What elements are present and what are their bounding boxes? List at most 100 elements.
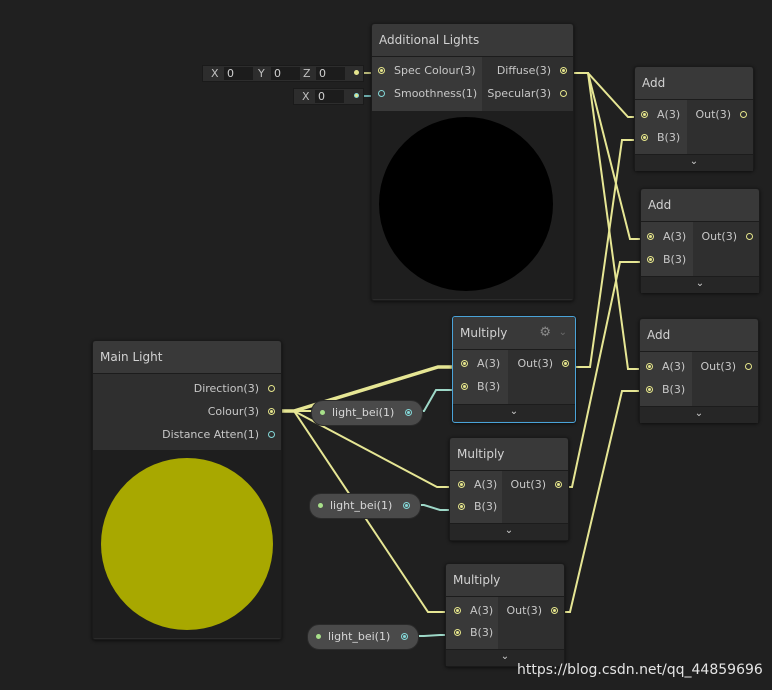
property-label: light_bei(1) — [330, 499, 393, 512]
node-ports: A(3) B(3) Out(3) — [446, 597, 564, 649]
property-node-light-bei-1[interactable]: light_bei(1) — [311, 400, 423, 426]
multiply-node-1[interactable]: Multiply ⚙ ⌄ A(3) B(3) Out(3) ⌄ — [452, 316, 576, 423]
output-colour[interactable]: Colour(3) — [208, 401, 275, 423]
gear-icon[interactable]: ⚙ — [539, 317, 551, 349]
input-b[interactable]: B(3) — [458, 496, 497, 518]
input-b[interactable]: B(3) — [454, 622, 493, 644]
port-dot[interactable] — [641, 134, 648, 141]
additional-lights-node[interactable]: Additional Lights Spec Colour(3) Smoothn… — [371, 23, 574, 301]
property-output-port[interactable] — [401, 633, 408, 640]
input-b[interactable]: B(3) — [641, 127, 680, 149]
output-distance-atten[interactable]: Distance Atten(1) — [162, 424, 275, 446]
port-dot[interactable] — [461, 383, 468, 390]
add-node-1[interactable]: Add A(3) B(3) Out(3) ⌄ — [634, 66, 754, 171]
output-out[interactable]: Out(3) — [701, 226, 753, 248]
port-dot[interactable] — [454, 629, 461, 636]
port-dot[interactable] — [458, 481, 465, 488]
input-a[interactable]: A(3) — [647, 226, 686, 248]
port-dot[interactable] — [268, 408, 275, 415]
port-dot[interactable] — [378, 67, 385, 74]
smoothness-field: X 0 — [293, 88, 364, 105]
port-dot[interactable] — [461, 360, 468, 367]
node-ports: A(3) B(3) Out(3) — [453, 350, 575, 404]
port-dot[interactable] — [555, 481, 562, 488]
port-dot[interactable] — [745, 363, 752, 370]
property-output-port[interactable] — [403, 502, 410, 509]
chevron-down-icon[interactable]: ⌄ — [559, 317, 567, 349]
port-dot[interactable] — [646, 386, 653, 393]
output-specular[interactable]: Specular(3) — [487, 83, 567, 105]
node-title: Add — [641, 189, 759, 222]
port-dot[interactable] — [647, 233, 654, 240]
property-indicator-icon — [316, 634, 321, 639]
port-label: B(3) — [470, 626, 494, 639]
chevron-down-icon[interactable]: ⌄ — [453, 404, 575, 421]
input-b[interactable]: B(3) — [646, 379, 685, 401]
output-out[interactable]: Out(3) — [517, 353, 569, 375]
output-out[interactable]: Out(3) — [695, 104, 747, 126]
port-dot[interactable] — [378, 90, 385, 97]
input-a[interactable]: A(3) — [454, 600, 493, 622]
x-value-input[interactable]: 0 — [224, 67, 253, 80]
z-value-input[interactable]: 0 — [316, 67, 345, 80]
y-value-input[interactable]: 0 — [271, 67, 300, 80]
port-dot[interactable] — [560, 90, 567, 97]
output-out[interactable]: Out(3) — [510, 474, 562, 496]
port-dot[interactable] — [560, 67, 567, 74]
port-label: Out(3) — [510, 478, 546, 491]
input-smoothness[interactable]: Smoothness(1) — [378, 83, 477, 105]
port-dot[interactable] — [746, 233, 753, 240]
port-dot[interactable] — [646, 363, 653, 370]
input-a[interactable]: A(3) — [641, 104, 680, 126]
field-output-port[interactable] — [354, 70, 359, 75]
add-node-3[interactable]: Add A(3) B(3) Out(3) ⌄ — [639, 318, 759, 423]
watermark: https://blog.csdn.net/qq_44859696 — [517, 662, 763, 678]
output-out[interactable]: Out(3) — [700, 356, 752, 378]
chevron-down-icon[interactable]: ⌄ — [640, 406, 758, 423]
property-indicator-icon — [318, 503, 323, 508]
input-b[interactable]: B(3) — [461, 376, 500, 398]
chevron-down-icon[interactable]: ⌄ — [641, 276, 759, 293]
port-dot[interactable] — [268, 385, 275, 392]
port-label: A(3) — [662, 360, 686, 373]
x-value-input[interactable]: 0 — [315, 90, 344, 103]
multiply-node-3[interactable]: Multiply A(3) B(3) Out(3) ⌄ — [445, 563, 565, 667]
add-node-2[interactable]: Add A(3) B(3) Out(3) ⌄ — [640, 188, 760, 293]
node-ports: A(3) B(3) Out(3) — [450, 471, 568, 523]
input-a[interactable]: A(3) — [461, 353, 500, 375]
output-out[interactable]: Out(3) — [506, 600, 558, 622]
output-direction[interactable]: Direction(3) — [194, 378, 275, 400]
port-label: B(3) — [662, 383, 686, 396]
field-output-port[interactable] — [354, 93, 359, 98]
chevron-down-icon[interactable]: ⌄ — [635, 154, 753, 171]
port-dot[interactable] — [268, 431, 275, 438]
property-node-light-bei-3[interactable]: light_bei(1) — [307, 624, 419, 650]
node-preview — [93, 450, 281, 638]
node-ports: A(3) B(3) Out(3) — [640, 352, 758, 406]
port-dot[interactable] — [562, 360, 569, 367]
input-spec-colour[interactable]: Spec Colour(3) — [378, 60, 476, 82]
node-ports: A(3) B(3) Out(3) — [641, 222, 759, 276]
main-light-node[interactable]: Main Light Direction(3) Colour(3) Distan… — [92, 340, 282, 640]
port-label: Spec Colour(3) — [394, 64, 476, 77]
input-a[interactable]: A(3) — [646, 356, 685, 378]
port-dot[interactable] — [454, 607, 461, 614]
port-dot[interactable] — [551, 607, 558, 614]
port-dot[interactable] — [641, 111, 648, 118]
port-dot[interactable] — [458, 503, 465, 510]
x-label: X — [302, 90, 310, 103]
property-output-port[interactable] — [405, 409, 412, 416]
multiply-node-2[interactable]: Multiply A(3) B(3) Out(3) ⌄ — [449, 437, 569, 541]
chevron-down-icon[interactable]: ⌄ — [450, 523, 568, 540]
property-label: light_bei(1) — [332, 406, 395, 419]
port-dot[interactable] — [740, 111, 747, 118]
node-preview — [372, 111, 573, 299]
property-node-light-bei-2[interactable]: light_bei(1) — [309, 493, 421, 519]
node-title: Additional Lights — [372, 24, 573, 57]
port-dot[interactable] — [647, 256, 654, 263]
port-label: A(3) — [657, 108, 681, 121]
input-a[interactable]: A(3) — [458, 474, 497, 496]
output-diffuse[interactable]: Diffuse(3) — [497, 60, 567, 82]
input-b[interactable]: B(3) — [647, 249, 686, 271]
port-label: Out(3) — [700, 360, 736, 373]
